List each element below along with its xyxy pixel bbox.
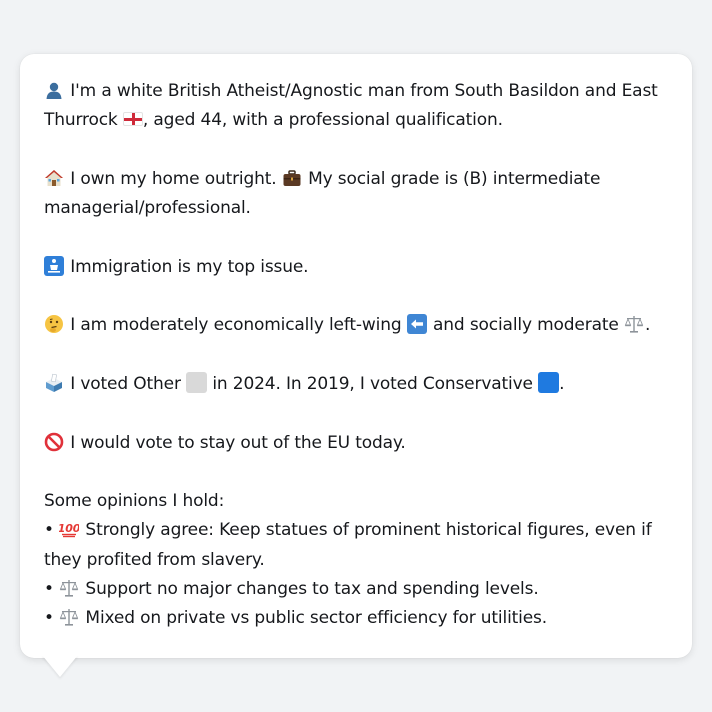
opinion-text: Strongly agree: Keep statues of prominen… bbox=[44, 520, 652, 570]
conservative-square bbox=[538, 371, 560, 393]
thinking-face-icon bbox=[44, 314, 64, 334]
identity-line: I'm a white British Atheist/Agnostic man… bbox=[44, 77, 668, 136]
opinions-heading: Some opinions I hold: bbox=[44, 491, 225, 512]
opinion-item: • 100 Strongly agree: Keep statues of pr… bbox=[44, 516, 668, 575]
speech-bubble-tail bbox=[42, 655, 78, 677]
political-line: I am moderately economically left-wing a… bbox=[44, 311, 668, 340]
balance-scale-icon bbox=[59, 578, 79, 598]
issue-text: Immigration is my top issue. bbox=[70, 256, 309, 277]
opinion-item: • Support no major changes to tax and sp… bbox=[44, 575, 668, 604]
home-line: I own my home outright. My social grade … bbox=[44, 165, 668, 224]
ballot-box-icon bbox=[44, 373, 64, 393]
opinion-text: Mixed on private vs public sector effici… bbox=[85, 608, 548, 629]
person-silhouette-icon bbox=[44, 80, 64, 100]
bullet: • bbox=[44, 520, 54, 541]
social-suffix: . bbox=[644, 315, 651, 336]
balance-scale-icon bbox=[59, 607, 79, 627]
passport-control-icon bbox=[44, 255, 64, 276]
other-party-square bbox=[186, 371, 208, 393]
issue-line: Immigration is my top issue. bbox=[44, 253, 668, 282]
vote-text-b: in 2024. In 2019, I voted Conservative bbox=[212, 373, 533, 394]
persona-card: I'm a white British Atheist/Agnostic man… bbox=[20, 54, 692, 658]
eu-line: I would vote to stay out of the EU today… bbox=[44, 429, 668, 458]
social-text: and socially moderate bbox=[433, 315, 619, 336]
bullet: • bbox=[44, 579, 54, 600]
house-icon bbox=[44, 168, 64, 188]
left-arrow-icon bbox=[406, 314, 427, 335]
home-text: I own my home outright. bbox=[70, 168, 277, 189]
opinion-text: Support no major changes to tax and spen… bbox=[85, 579, 539, 600]
briefcase-icon bbox=[282, 168, 302, 188]
prohibited-icon bbox=[44, 432, 64, 452]
svg-text:100: 100 bbox=[59, 522, 79, 535]
identity-suffix: , aged 44, with a professional qualifica… bbox=[142, 110, 503, 131]
vote-suffix: . bbox=[559, 373, 565, 394]
econ-text: I am moderately economically left-wing bbox=[70, 315, 402, 336]
vote-line: I voted Other in 2024. In 2019, I voted … bbox=[44, 370, 668, 399]
bullet: • bbox=[44, 608, 54, 629]
england-flag-icon bbox=[122, 112, 143, 127]
balance-scale-icon bbox=[624, 314, 644, 334]
opinion-item: • Mixed on private vs public sector effi… bbox=[44, 604, 668, 633]
vote-text-a: I voted Other bbox=[70, 373, 181, 394]
hundred-points-icon: 100 bbox=[59, 519, 79, 539]
eu-text: I would vote to stay out of the EU today… bbox=[70, 432, 406, 453]
